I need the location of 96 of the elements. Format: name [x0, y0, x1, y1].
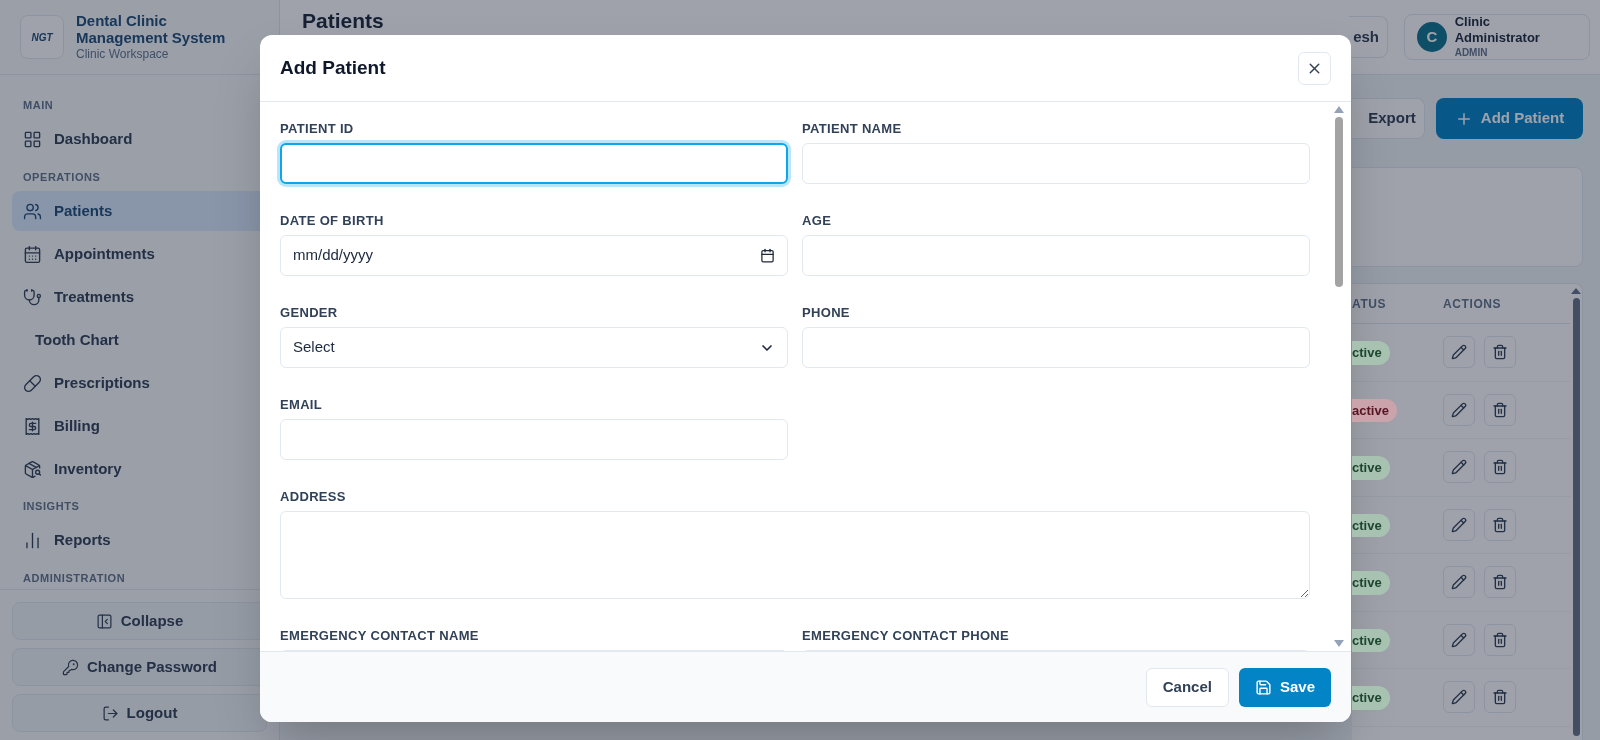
delete-button[interactable]	[1484, 566, 1516, 599]
edit-button[interactable]	[1443, 393, 1475, 426]
field-label: PHONE	[802, 305, 851, 321]
section-heading: ADMINISTRATION	[22, 570, 127, 586]
cancel-button[interactable]: Cancel	[1145, 667, 1229, 707]
gender-select[interactable]: Select	[280, 327, 788, 368]
nav-item[interactable]: Appointments	[12, 234, 267, 274]
logo-text: NGT	[31, 30, 53, 45]
field-label: EMERGENCY CONTACT NAME	[280, 628, 480, 644]
bar-chart-icon	[23, 531, 42, 550]
app-title: Dental Clinic Management System	[76, 12, 227, 46]
receipt-icon	[23, 416, 42, 436]
pencil-icon	[1451, 516, 1467, 533]
close-button[interactable]	[1298, 51, 1331, 85]
scroll-down-arrow-icon[interactable]	[1334, 640, 1344, 647]
scrollbar-thumb[interactable]	[1572, 298, 1580, 736]
collapse-icon	[95, 612, 113, 630]
calendar-icon	[760, 248, 775, 263]
status-badge: ctive	[1352, 456, 1390, 480]
calendar-icon	[23, 244, 42, 264]
edit-button[interactable]	[1443, 681, 1475, 714]
status-badge: ctive	[1352, 686, 1390, 710]
trash-icon	[1492, 459, 1508, 476]
column-header: ACTIONS	[1443, 295, 1502, 313]
status-badge: ctive	[1352, 628, 1390, 652]
field-label: EMAIL	[280, 397, 324, 413]
dialog-title: Add Patient	[280, 55, 386, 80]
key-icon	[61, 658, 79, 676]
text-field[interactable]	[280, 143, 788, 184]
pencil-icon	[1451, 459, 1467, 476]
section-heading: OPERATIONS	[22, 169, 102, 185]
edit-button[interactable]	[1443, 508, 1475, 541]
trash-icon	[1492, 574, 1508, 591]
nav-item[interactable]: Billing	[12, 406, 267, 446]
field-label: ADDRESS	[280, 489, 347, 505]
edit-button[interactable]	[1443, 566, 1475, 599]
nav-item[interactable]: Reports	[12, 520, 267, 561]
nav-item[interactable]: Treatments	[12, 277, 267, 317]
trash-icon	[1492, 631, 1508, 648]
users-icon	[23, 201, 42, 221]
app-subtitle: Clinic Workspace	[76, 46, 170, 62]
edit-button[interactable]	[1443, 451, 1475, 484]
edit-button[interactable]	[1443, 623, 1475, 656]
export-button[interactable]: Export	[1352, 98, 1425, 139]
edit-button[interactable]	[1443, 336, 1475, 369]
refresh-button[interactable]: esh	[1349, 16, 1388, 58]
nav-item[interactable]: Dashboard	[12, 119, 267, 160]
pencil-icon	[1451, 631, 1467, 648]
field-label: AGE	[802, 213, 833, 229]
pencil-icon	[1451, 401, 1467, 418]
status-badge: ctive	[1352, 341, 1390, 365]
status-badge: ctive	[1352, 571, 1390, 595]
scroll-up-arrow-icon[interactable]	[1571, 288, 1581, 294]
user-role: ADMIN	[1454, 46, 1489, 60]
user-name: Clinic Administrator	[1454, 14, 1541, 46]
date-field[interactable]: mm/dd/yyyy	[280, 235, 788, 276]
section-heading: INSIGHTS	[22, 499, 81, 514]
user-avatar: C	[1417, 22, 1447, 52]
save-icon	[1254, 678, 1272, 696]
scroll-up-arrow-icon[interactable]	[1334, 106, 1344, 113]
stethoscope-icon	[23, 287, 42, 307]
section-heading: MAIN	[22, 98, 55, 113]
trash-icon	[1492, 689, 1508, 706]
save-button[interactable]: Save	[1238, 667, 1331, 707]
page-title: Patients	[301, 8, 384, 34]
delete-button[interactable]	[1484, 393, 1516, 426]
delete-button[interactable]	[1484, 681, 1516, 714]
field-label: PATIENT ID	[280, 121, 355, 137]
user-card[interactable]: C Clinic Administrator ADMIN	[1404, 14, 1590, 60]
delete-button[interactable]	[1484, 451, 1516, 484]
trash-icon	[1492, 516, 1508, 533]
delete-button[interactable]	[1484, 508, 1516, 541]
status-badge: ctive	[1352, 513, 1390, 537]
status-badge: active	[1352, 398, 1397, 422]
pencil-icon	[1451, 574, 1467, 591]
add-patient-button[interactable]: Add Patient	[1436, 98, 1583, 139]
nav-item[interactable]: Prescriptions	[12, 363, 267, 403]
logout-icon	[101, 704, 119, 722]
pencil-icon	[1451, 344, 1467, 361]
field-label: EMERGENCY CONTACT PHONE	[802, 628, 1011, 644]
scrollbar-thumb[interactable]	[1335, 117, 1343, 287]
pencil-icon	[1451, 689, 1467, 706]
address-field[interactable]	[280, 511, 1310, 599]
column-header: ATUS	[1352, 295, 1388, 313]
sidebar-footer-button[interactable]: Logout	[12, 694, 267, 732]
grid-icon	[23, 130, 42, 149]
field-label: PATIENT NAME	[802, 121, 903, 137]
trash-icon	[1492, 344, 1508, 361]
trash-icon	[1492, 401, 1508, 418]
pill-icon	[23, 373, 42, 393]
nav-item[interactable]: Inventory	[12, 449, 267, 489]
field-label: DATE OF BIRTH	[280, 213, 385, 229]
package-icon	[23, 459, 42, 479]
field-label: GENDER	[280, 305, 339, 321]
delete-button[interactable]	[1484, 623, 1516, 656]
delete-button[interactable]	[1484, 336, 1516, 369]
